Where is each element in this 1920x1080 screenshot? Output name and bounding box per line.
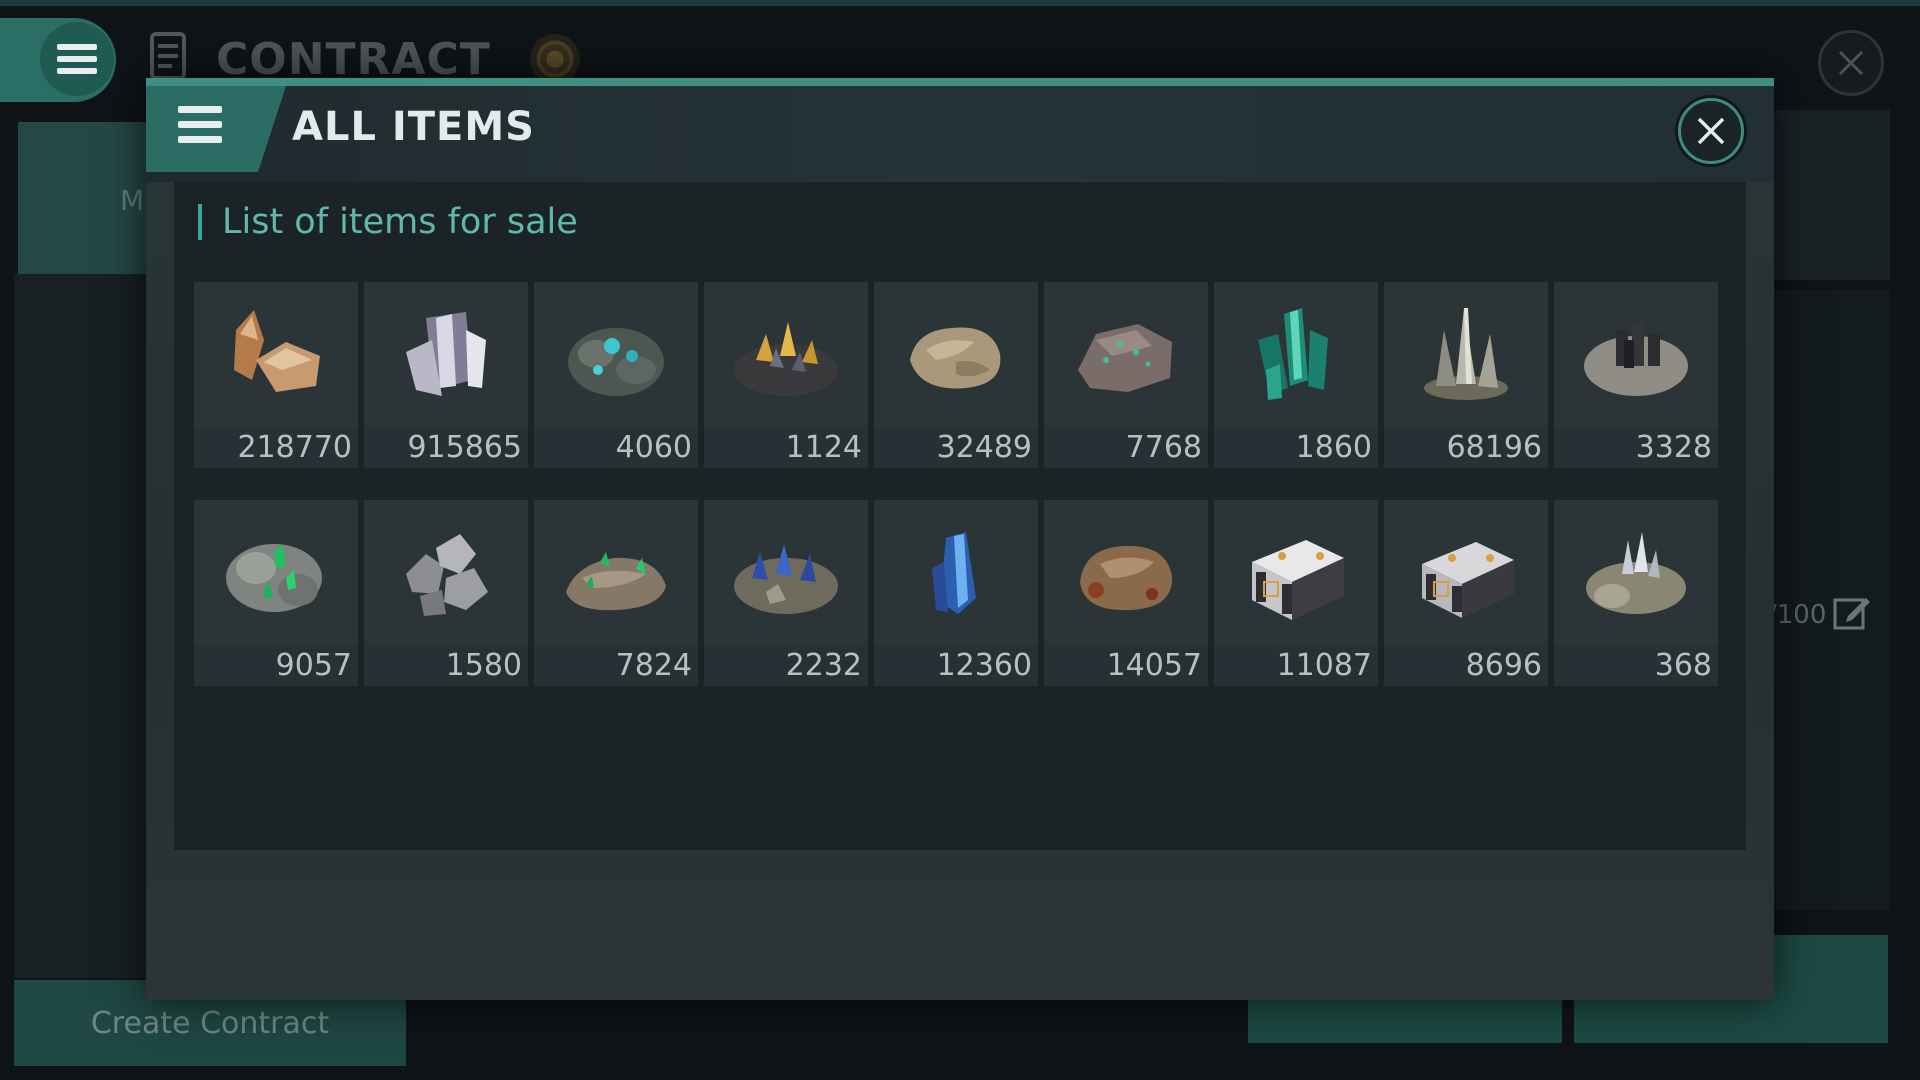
brown-ore-icon: [1044, 500, 1208, 646]
item-quantity: 32489: [936, 430, 1032, 465]
dark-crystal-rock-icon: [1554, 282, 1718, 428]
background-close-button[interactable]: [1818, 30, 1884, 96]
edit-icon[interactable]: [1832, 592, 1872, 632]
background-right-panel: [1770, 110, 1890, 280]
item-slot[interactable]: 68196: [1384, 282, 1548, 468]
section-title: List of items for sale: [198, 204, 578, 240]
item-slot[interactable]: 368: [1554, 500, 1718, 686]
all-items-modal: ALL ITEMS List of items for sale 218770 …: [146, 78, 1774, 1000]
green-crystal-icon: [1214, 282, 1378, 428]
item-slot[interactable]: 1124: [704, 282, 868, 468]
item-quantity: 1124: [785, 430, 862, 465]
modal-accent-bar: [146, 78, 1774, 86]
item-slot[interactable]: 7768: [1044, 282, 1208, 468]
item-quantity: 68196: [1446, 430, 1542, 465]
item-slot[interactable]: 1860: [1214, 282, 1378, 468]
blue-crystal-icon: [874, 500, 1038, 646]
item-slot[interactable]: 2232: [704, 500, 868, 686]
item-quantity: 2232: [785, 648, 862, 683]
item-slot[interactable]: 9057: [194, 500, 358, 686]
item-slot[interactable]: 14057: [1044, 500, 1208, 686]
background-menu-button[interactable]: [0, 18, 116, 102]
emerald-rock-icon: [194, 500, 358, 646]
item-quantity: 14057: [1106, 648, 1202, 683]
alloy-block-icon: [1384, 500, 1548, 646]
item-quantity: 218770: [237, 430, 352, 465]
silver-crystal-icon: [364, 282, 528, 428]
item-slot[interactable]: 12360: [874, 500, 1038, 686]
limit-text: /100: [1768, 600, 1827, 630]
tan-stone-icon: [874, 282, 1038, 428]
background-left-panel: [14, 274, 148, 978]
modal-title: ALL ITEMS: [292, 104, 535, 150]
item-quantity: 1580: [445, 648, 522, 683]
item-quantity: 9057: [275, 648, 352, 683]
item-slot[interactable]: 8696: [1384, 500, 1548, 686]
item-slot[interactable]: 4060: [534, 282, 698, 468]
silver-crystal-rock-icon: [1554, 500, 1718, 646]
metal-ore-chunks-icon: [364, 500, 528, 646]
coin-icon: [530, 34, 580, 84]
left-tab-label: M: [120, 184, 145, 217]
speckled-rock-icon: [1044, 282, 1208, 428]
item-quantity: 11087: [1276, 648, 1372, 683]
green-vein-rock-icon: [534, 500, 698, 646]
item-quantity: 3328: [1635, 430, 1712, 465]
item-slot[interactable]: 915865: [364, 282, 528, 468]
menu-icon: [178, 106, 222, 151]
top-border: [0, 0, 1920, 6]
items-grid: 218770 915865 4060 1124 32489 7768 1860 …: [194, 282, 1718, 686]
item-quantity: 8696: [1465, 648, 1542, 683]
item-slot[interactable]: 1580: [364, 500, 528, 686]
item-quantity: 915865: [407, 430, 522, 465]
gold-crystal-rock-icon: [704, 282, 868, 428]
close-icon: [1697, 117, 1725, 145]
item-slot[interactable]: 3328: [1554, 282, 1718, 468]
modal-close-button[interactable]: [1678, 98, 1744, 164]
item-quantity: 7824: [615, 648, 692, 683]
item-quantity: 4060: [615, 430, 692, 465]
items-panel: List of items for sale 218770 915865 406…: [174, 182, 1746, 850]
background-left-tab[interactable]: M: [18, 122, 148, 274]
item-slot[interactable]: 32489: [874, 282, 1038, 468]
scroll-icon: [146, 30, 194, 84]
item-quantity: 7768: [1125, 430, 1202, 465]
alloy-block-icon: [1214, 500, 1378, 646]
item-slot[interactable]: 11087: [1214, 500, 1378, 686]
cyan-mineral-rock-icon: [534, 282, 698, 428]
item-slot[interactable]: 218770: [194, 282, 358, 468]
menu-icon: [40, 22, 114, 96]
item-quantity: 1860: [1295, 430, 1372, 465]
item-slot[interactable]: 7824: [534, 500, 698, 686]
blue-crystal-rock-icon: [704, 500, 868, 646]
silver-shard-cluster-icon: [1384, 282, 1548, 428]
item-quantity: 12360: [936, 648, 1032, 683]
copper-ore-icon: [194, 282, 358, 428]
item-quantity: 368: [1654, 648, 1712, 683]
